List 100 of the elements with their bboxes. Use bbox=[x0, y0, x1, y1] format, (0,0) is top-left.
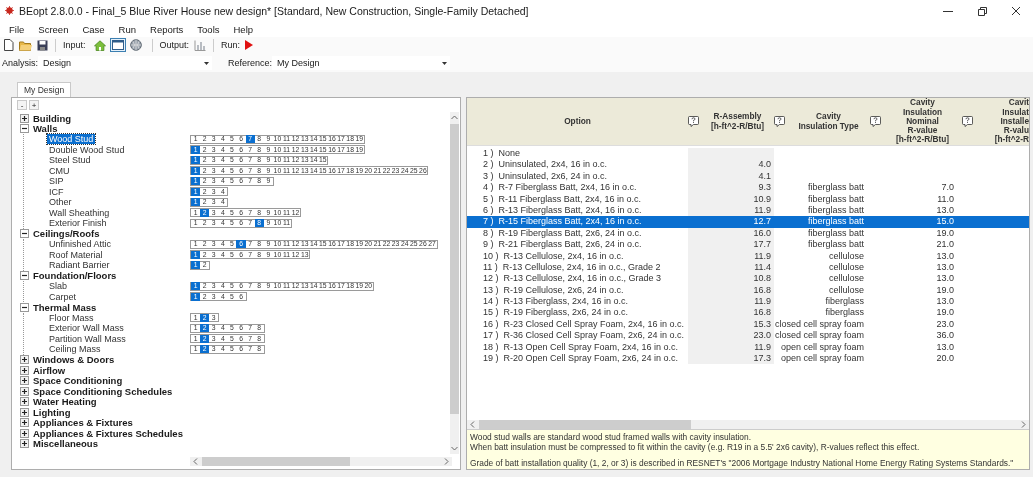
tree-category[interactable]: Lighting bbox=[33, 406, 71, 418]
tree-item[interactable]: Partition Wall Mass bbox=[47, 333, 128, 344]
collapse-icon[interactable] bbox=[20, 229, 29, 239]
menu-item[interactable]: Reports bbox=[143, 23, 191, 35]
tree-item[interactable]: Carpet bbox=[47, 291, 78, 302]
table-row[interactable]: 9 ) R-21 Fiberglass Batt, 2x6, 24 in o.c. 17.7 fiberglass batt 21.0 bbox=[467, 239, 1029, 251]
expand-icon[interactable] bbox=[20, 355, 29, 365]
tree-item[interactable]: ICF bbox=[47, 186, 66, 197]
help-icon[interactable] bbox=[774, 116, 785, 127]
tree-category[interactable]: Ceilings/Roofs bbox=[33, 228, 100, 240]
expand-icon[interactable] bbox=[20, 113, 29, 123]
table-row[interactable]: 1 ) None bbox=[467, 148, 1029, 160]
scrollbar-thumb[interactable] bbox=[479, 420, 691, 429]
tree-item[interactable]: Other bbox=[47, 197, 74, 208]
expand-icon[interactable] bbox=[20, 376, 29, 386]
table-cell: 11.9 bbox=[688, 296, 774, 308]
table-row[interactable]: 3 ) Uninsulated, 2x6, 24 in o.c. 4.1 bbox=[467, 170, 1029, 183]
tree-item[interactable]: Double Wood Stud bbox=[47, 144, 127, 155]
table-row[interactable]: 17 ) R-36 Closed Cell Spray Foam, 2x6, 24 in o.c. 23.0 closed cell spray foam 36.0 bbox=[467, 330, 1029, 342]
tree-category[interactable]: Appliances & Fixtures Schedules bbox=[33, 427, 183, 439]
collapse-icon[interactable] bbox=[20, 124, 29, 134]
tree-category[interactable]: Appliances & Fixtures bbox=[33, 417, 133, 429]
tree-button[interactable]: - bbox=[17, 100, 27, 110]
column-header[interactable]: R-Assembly [h-ft^2-R/Btu] bbox=[701, 112, 774, 131]
help-icon[interactable] bbox=[688, 116, 699, 127]
table-row[interactable]: 7 ) R-15 Fiberglass Batt, 2x4, 16 in o.c. 12.7 fiberglass batt 15.0 bbox=[467, 216, 1029, 228]
menu-item[interactable]: Help bbox=[226, 23, 261, 35]
table-row[interactable]: 19 ) R-20 Open Cell Spray Foam, 2x6, 24 in o.c. 17.3 open cell spray foam 20.0 bbox=[467, 353, 1029, 365]
table-row[interactable]: 16 ) R-23 Closed Cell Spray Foam, 2x4, 16 in o.c. 15.3 closed cell spray foam 23.0 bbox=[467, 318, 1029, 331]
save-icon[interactable] bbox=[37, 39, 48, 51]
tree-item[interactable]: Exterior Wall Mass bbox=[47, 323, 126, 334]
column-header[interactable]: Cavity Insulation Type bbox=[787, 112, 870, 131]
folder-icon[interactable] bbox=[19, 39, 32, 51]
scrollbar[interactable] bbox=[450, 112, 459, 454]
menu-item[interactable]: Screen bbox=[31, 23, 76, 35]
expand-icon[interactable] bbox=[20, 365, 29, 375]
table-row[interactable]: 12 ) R-13 Cellulose, 2x4, 16 in o.c., Grade 3 10.8 cellulose 13.0 bbox=[467, 273, 1029, 285]
tree-category[interactable]: Foundation/Floors bbox=[33, 270, 117, 282]
tree-category[interactable]: Space Conditioning bbox=[33, 375, 123, 387]
table-row[interactable]: 4 ) R-7 Fiberglass Batt, 2x4, 16 in o.c. 9.3 fiberglass batt 7.0 bbox=[467, 182, 1029, 194]
tree-category[interactable]: Walls bbox=[33, 123, 58, 135]
tree-item[interactable]: Wood Stud bbox=[47, 134, 96, 145]
table-row[interactable]: 18 ) R-13 Open Cell Spray Foam, 2x4, 16 in o.c. 11.9 open cell spray foam 13.0 bbox=[467, 341, 1029, 354]
dropdown[interactable]: Design bbox=[38, 56, 212, 71]
tree-category[interactable]: Building bbox=[33, 112, 71, 124]
expand-icon[interactable] bbox=[20, 386, 29, 396]
play-icon[interactable] bbox=[245, 40, 254, 51]
scrollbar[interactable] bbox=[190, 457, 452, 466]
tree-item[interactable]: Steel Stud bbox=[47, 155, 93, 166]
restore-icon[interactable] bbox=[977, 5, 987, 16]
tree-item[interactable]: Wall Sheathing bbox=[47, 207, 112, 218]
expand-icon[interactable] bbox=[20, 407, 29, 417]
tree-item[interactable]: Floor Mass bbox=[47, 312, 96, 323]
tree-category[interactable]: Space Conditioning Schedules bbox=[33, 385, 173, 397]
collapse-icon[interactable] bbox=[20, 271, 29, 281]
row-number: 15 ) bbox=[483, 307, 499, 319]
tab[interactable]: My Design bbox=[17, 82, 72, 97]
table-row[interactable]: 2 ) Uninsulated, 2x4, 16 in o.c. 4.0 bbox=[467, 159, 1029, 171]
table-row[interactable]: 5 ) R-11 Fiberglass Batt, 2x4, 16 in o.c. 10.9 fiberglass batt 11.0 bbox=[467, 193, 1029, 205]
table-row[interactable]: 11 ) R-13 Cellulose, 2x4, 16 in o.c., Grade 2 11.4 cellulose 13.0 bbox=[467, 261, 1029, 274]
menu-item[interactable]: Tools bbox=[190, 23, 227, 35]
table-row[interactable]: 15 ) R-19 Fiberglass, 2x6, 24 in o.c. 16.8 fiberglass 19.0 bbox=[467, 307, 1029, 319]
tree-item[interactable]: Ceiling Mass bbox=[47, 344, 103, 355]
tree-item[interactable]: Radiant Barrier bbox=[47, 260, 112, 271]
column-header[interactable]: Option bbox=[467, 116, 688, 127]
scrollbar-thumb[interactable] bbox=[202, 457, 350, 466]
tree-item[interactable]: Slab bbox=[47, 281, 69, 292]
close-icon[interactable] bbox=[1011, 5, 1021, 16]
menu-item[interactable]: Case bbox=[75, 23, 112, 35]
table-row[interactable]: 8 ) R-19 Fiberglass Batt, 2x6, 24 in o.c. 16.0 fiberglass batt 19.0 bbox=[467, 227, 1029, 240]
tree-category[interactable]: Thermal Mass bbox=[33, 301, 97, 313]
table-row[interactable]: 14 ) R-13 Fiberglass, 2x4, 16 in o.c. 11.9 fiberglass 13.0 bbox=[467, 296, 1029, 308]
help-icon[interactable] bbox=[962, 116, 973, 127]
menu-item[interactable]: File bbox=[2, 23, 32, 35]
expand-icon[interactable] bbox=[20, 428, 29, 438]
scrollbar[interactable] bbox=[467, 420, 1029, 429]
tree-item[interactable]: Unfinished Attic bbox=[47, 239, 114, 250]
help-icon[interactable] bbox=[870, 116, 881, 127]
new-file-icon[interactable] bbox=[3, 39, 14, 52]
expand-icon[interactable] bbox=[20, 397, 29, 407]
tree-category[interactable]: Miscellaneous bbox=[33, 438, 98, 450]
tree-button[interactable]: + bbox=[29, 100, 39, 110]
menu-item[interactable]: Run bbox=[111, 23, 144, 35]
table-row[interactable]: 6 ) R-13 Fiberglass Batt, 2x4, 16 in o.c. 11.9 fiberglass batt 13.0 bbox=[467, 204, 1029, 217]
table-row[interactable]: 13 ) R-19 Cellulose, 2x6, 24 in o.c. 16.8 cellulose 19.0 bbox=[467, 284, 1029, 297]
expand-icon[interactable] bbox=[20, 439, 29, 449]
column-header[interactable]: Cavit Insulat Installe R-valu [h-ft^2-R bbox=[975, 98, 1029, 145]
tree-item[interactable]: SIP bbox=[47, 176, 66, 187]
column-header[interactable]: Cavity Insulation Nominal R-value [h-ft^2-R/Btu] bbox=[883, 98, 962, 145]
tree-category[interactable]: Water Heating bbox=[33, 396, 97, 408]
table-row[interactable]: 10 ) R-13 Cellulose, 2x4, 16 in o.c. 11.9 cellulose 13.0 bbox=[467, 250, 1029, 262]
dropdown[interactable]: My Design bbox=[272, 56, 451, 71]
expand-icon[interactable] bbox=[20, 418, 29, 428]
tree-category[interactable]: Airflow bbox=[33, 364, 66, 376]
tree-item[interactable]: Roof Material bbox=[47, 249, 105, 260]
collapse-icon[interactable] bbox=[20, 302, 29, 312]
scrollbar-thumb[interactable] bbox=[450, 124, 459, 414]
tree-category[interactable]: Windows & Doors bbox=[33, 354, 115, 366]
tree-item[interactable]: CMU bbox=[47, 165, 72, 176]
tree-item[interactable]: Exterior Finish bbox=[47, 218, 109, 229]
